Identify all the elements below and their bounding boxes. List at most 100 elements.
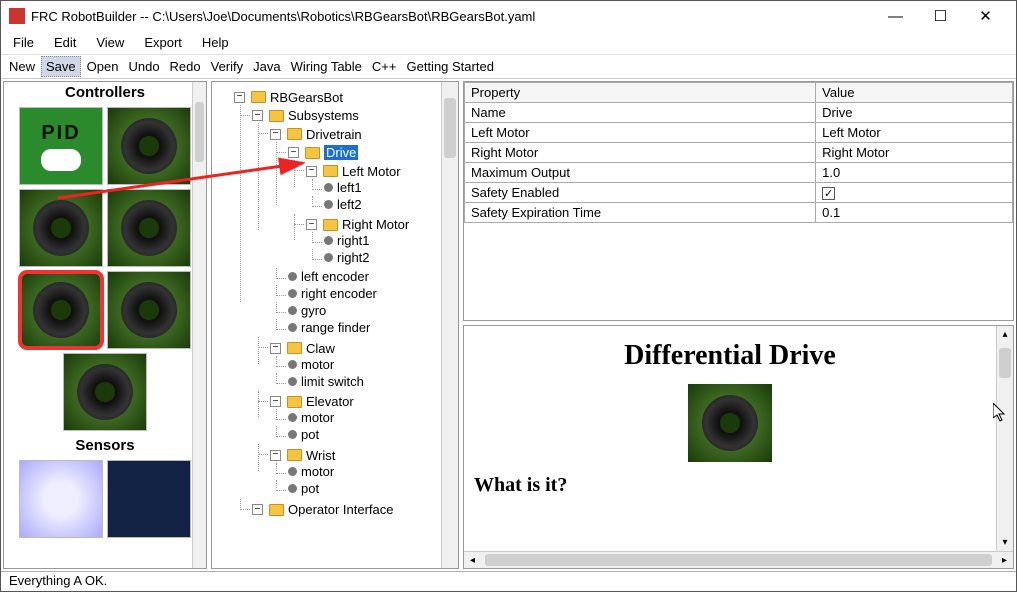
leaf-icon: [324, 253, 333, 262]
tool-java[interactable]: Java: [249, 57, 284, 76]
property-grid: PropertyValue NameDrive Left MotorLeft M…: [463, 81, 1014, 321]
prop-name-key: Name: [465, 103, 816, 123]
close-button[interactable]: ✕: [963, 1, 1008, 31]
leaf-icon: [288, 360, 297, 369]
menu-file[interactable]: File: [9, 33, 38, 52]
tree-panel: −RBGearsBot −Subsystems −Drivetrain −Dri…: [211, 81, 459, 569]
tree-wrist[interactable]: Wrist: [306, 448, 335, 463]
palette-item-differential-drive[interactable]: [19, 271, 103, 349]
tree-right1[interactable]: right1: [337, 233, 370, 248]
tree-scrollbar[interactable]: [441, 82, 458, 568]
menu-edit[interactable]: Edit: [50, 33, 80, 52]
tree-claw-motor[interactable]: motor: [301, 357, 334, 372]
prop-safety-value[interactable]: ✓: [816, 183, 1013, 203]
tool-open[interactable]: Open: [83, 57, 123, 76]
scroll-up-icon[interactable]: ▴: [997, 326, 1013, 343]
palette-item-pid[interactable]: PID: [19, 107, 103, 185]
tree-limit-switch[interactable]: limit switch: [301, 374, 364, 389]
palette-item-controller-3[interactable]: [19, 189, 103, 267]
tool-verify[interactable]: Verify: [207, 57, 248, 76]
prop-leftmotor-key: Left Motor: [465, 123, 816, 143]
prop-rightmotor-value[interactable]: Right Motor: [816, 143, 1013, 163]
minimize-button[interactable]: —: [873, 1, 918, 31]
prop-leftmotor-value[interactable]: Left Motor: [816, 123, 1013, 143]
expander-icon[interactable]: −: [270, 450, 281, 461]
scroll-right-icon[interactable]: ▸: [996, 552, 1013, 568]
tool-redo[interactable]: Redo: [166, 57, 205, 76]
leaf-icon: [288, 289, 297, 298]
tree-gyro[interactable]: gyro: [301, 303, 326, 318]
menu-view[interactable]: View: [92, 33, 128, 52]
prop-name-value[interactable]: Drive: [816, 103, 1013, 123]
leaf-icon: [288, 272, 297, 281]
project-tree[interactable]: −RBGearsBot −Subsystems −Drivetrain −Dri…: [212, 82, 458, 568]
tool-wiring[interactable]: Wiring Table: [287, 57, 366, 76]
tool-undo[interactable]: Undo: [124, 57, 163, 76]
menu-help[interactable]: Help: [198, 33, 233, 52]
info-vscroll[interactable]: ▴ ▾: [996, 326, 1013, 551]
app-icon: [9, 8, 25, 24]
palette-item-sensor-1[interactable]: [19, 460, 103, 538]
palette-panel: Controllers PID Sensors: [3, 81, 207, 569]
palette-item-controller-6[interactable]: [107, 271, 191, 349]
tool-getting-started[interactable]: Getting Started: [402, 57, 497, 76]
expander-icon[interactable]: −: [252, 504, 263, 515]
palette-item-controller-7[interactable]: [63, 353, 147, 431]
tree-elevator-pot[interactable]: pot: [301, 427, 319, 442]
expander-icon[interactable]: −: [270, 396, 281, 407]
prop-expiration-value[interactable]: 0.1: [816, 203, 1013, 223]
info-panel: Differential Drive What is it? ▴ ▾ ◂ ▸: [463, 325, 1014, 569]
palette-item-controller-4[interactable]: [107, 189, 191, 267]
leaf-icon: [288, 377, 297, 386]
expander-icon[interactable]: −: [288, 147, 299, 158]
tree-subsystems[interactable]: Subsystems: [288, 108, 359, 123]
tree-right-encoder[interactable]: right encoder: [301, 286, 377, 301]
tree-wrist-pot[interactable]: pot: [301, 481, 319, 496]
expander-icon[interactable]: −: [252, 110, 263, 121]
palette-sensors-header: Sensors: [4, 435, 206, 456]
expander-icon[interactable]: −: [270, 129, 281, 140]
checkbox-checked-icon[interactable]: ✓: [822, 187, 835, 200]
tree-wrist-motor[interactable]: motor: [301, 464, 334, 479]
expander-icon[interactable]: −: [234, 92, 245, 103]
prop-expiration-key: Safety Expiration Time: [465, 203, 816, 223]
palette-item-sensor-2[interactable]: [107, 460, 191, 538]
info-subheading: What is it?: [474, 474, 986, 497]
tree-claw[interactable]: Claw: [306, 341, 335, 356]
leaf-icon: [288, 306, 297, 315]
expander-icon[interactable]: −: [306, 219, 317, 230]
leaf-icon: [288, 323, 297, 332]
tree-elevator[interactable]: Elevator: [306, 394, 354, 409]
folder-icon: [323, 219, 338, 231]
folder-icon: [287, 449, 302, 461]
tree-range-finder[interactable]: range finder: [301, 320, 370, 335]
scroll-down-icon[interactable]: ▾: [997, 534, 1013, 551]
tool-cpp[interactable]: C++: [368, 57, 401, 76]
folder-icon: [251, 91, 266, 103]
tool-new[interactable]: New: [5, 57, 39, 76]
expander-icon[interactable]: −: [270, 343, 281, 354]
gamepad-icon: [41, 149, 81, 171]
maximize-button[interactable]: ☐: [918, 1, 963, 31]
tree-root[interactable]: RBGearsBot: [270, 90, 343, 105]
scroll-left-icon[interactable]: ◂: [464, 552, 481, 568]
window-title: FRC RobotBuilder -- C:\Users\Joe\Documen…: [31, 9, 873, 24]
expander-icon[interactable]: −: [306, 166, 317, 177]
tree-left2[interactable]: left2: [337, 197, 362, 212]
menu-export[interactable]: Export: [140, 33, 186, 52]
prop-maxoutput-value[interactable]: 1.0: [816, 163, 1013, 183]
info-hscroll[interactable]: ◂ ▸: [464, 551, 1013, 568]
tree-right-motor[interactable]: Right Motor: [342, 217, 409, 232]
tool-save[interactable]: Save: [41, 56, 81, 77]
tree-left-encoder[interactable]: left encoder: [301, 269, 369, 284]
tree-elevator-motor[interactable]: motor: [301, 410, 334, 425]
tree-left-motor[interactable]: Left Motor: [342, 164, 401, 179]
tree-right2[interactable]: right2: [337, 250, 370, 265]
info-image: [688, 384, 772, 462]
tree-left1[interactable]: left1: [337, 180, 362, 195]
palette-scrollbar[interactable]: [192, 82, 206, 568]
tree-drivetrain[interactable]: Drivetrain: [306, 127, 362, 142]
palette-item-controller-2[interactable]: [107, 107, 191, 185]
tree-operator-interface[interactable]: Operator Interface: [288, 502, 394, 517]
tree-drive[interactable]: Drive: [324, 145, 358, 160]
